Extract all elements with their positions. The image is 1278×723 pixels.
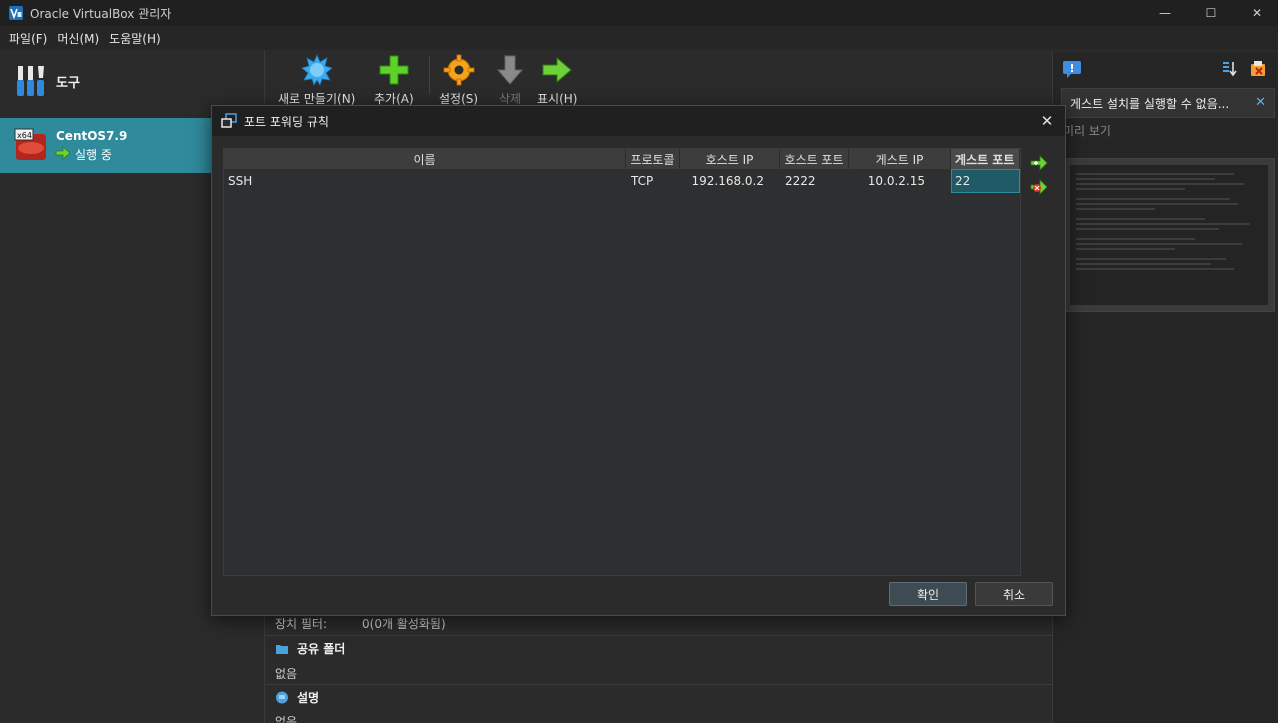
column-header-guest-port[interactable]: 게스트 포트 (951, 149, 1020, 169)
show-vm-button[interactable]: 표시(H) (537, 54, 577, 107)
running-arrow-icon (55, 146, 71, 160)
port-forwarding-dialog: 포트 포워딩 규칙 ✕ 이름 프로토콜 호스트 IP 호스트 포트 게스트 IP… (211, 105, 1066, 616)
new-vm-button[interactable]: 새로 만들기(N) (278, 54, 355, 107)
main-toolbar: 새로 만들기(N) 추가(A) 설정(S) 삭제 표시(H) (266, 50, 1052, 108)
column-header-name[interactable]: 이름 (224, 149, 626, 169)
notice-text: 게스트 설치를 실행할 수 없음... (1070, 96, 1230, 111)
dialog-title: 포트 포워딩 규칙 (244, 114, 329, 129)
os-badge-text: x64 (17, 131, 32, 140)
column-header-protocol[interactable]: 프로토콜 (626, 149, 680, 169)
column-header-host-ip[interactable]: 호스트 IP (680, 149, 780, 169)
menu-machine[interactable]: 머신(M) (52, 30, 104, 47)
speech-bubble-icon (276, 691, 288, 703)
virtualbox-logo-icon (9, 6, 23, 20)
tools-icon (17, 66, 44, 96)
menu-bar: 파일(F) 머신(M) 도움말(H) (0, 26, 1278, 50)
os-centos-64-icon: x64 (14, 128, 46, 160)
sort-icon[interactable] (1221, 60, 1239, 78)
cell-protocol[interactable]: TCP (626, 169, 680, 193)
settings-button[interactable]: 설정(S) (439, 54, 478, 107)
cell-host-ip[interactable]: 192.168.0.2 (680, 169, 780, 193)
ok-button[interactable]: 확인 (889, 582, 967, 606)
cell-host-port[interactable]: 2222 (780, 169, 849, 193)
message-icon[interactable] (1062, 60, 1082, 78)
section-divider (266, 635, 1052, 636)
menu-file[interactable]: 파일(F) (4, 30, 52, 47)
dialog-title-bar: 포트 포워딩 규칙 ✕ (212, 106, 1065, 136)
shared-folders-value: 없음 (275, 667, 298, 681)
close-window-button[interactable]: ✕ (1234, 0, 1278, 26)
window-title: Oracle VirtualBox 관리자 (30, 6, 172, 21)
title-bar: Oracle VirtualBox 관리자 — ☐ ✕ (0, 0, 1278, 26)
usb-filter-value: 0(0개 활성화됨) (362, 617, 446, 631)
port-forward-icon (221, 113, 237, 128)
vm-name: CentOS7.9 (56, 129, 128, 143)
dialog-close-button[interactable]: ✕ (1037, 111, 1057, 131)
settings-gear-icon (443, 54, 474, 86)
vm-preview (1063, 158, 1275, 312)
shared-folders-header[interactable]: 공유 폴더 (275, 640, 345, 657)
add-plus-icon (379, 55, 409, 85)
remove-rule-icon[interactable] (1030, 178, 1048, 196)
remove-vm-button[interactable]: 삭제 (494, 54, 526, 107)
minimize-button[interactable]: — (1142, 0, 1188, 26)
port-forwarding-table[interactable]: 이름 프로토콜 호스트 IP 호스트 포트 게스트 IP 게스트 포트 SSH … (223, 148, 1021, 576)
notification-pane: 게스트 설치를 실행할 수 없음... ✕ 미리 보기 (1052, 52, 1278, 723)
toolbar-separator (429, 56, 430, 94)
preview-label: 미리 보기 (1063, 124, 1111, 138)
description-value: 없음 (275, 715, 298, 723)
tools-label: 도구 (56, 75, 80, 91)
description-header[interactable]: 설명 (275, 689, 319, 706)
add-vm-button[interactable]: 추가(A) (374, 54, 414, 107)
new-star-icon (300, 54, 333, 86)
add-rule-icon[interactable] (1030, 154, 1048, 172)
vm-state: 실행 중 (75, 148, 112, 162)
guest-install-notice[interactable]: 게스트 설치를 실행할 수 없음... ✕ (1061, 88, 1275, 118)
shared-folders-title: 공유 폴더 (297, 642, 346, 656)
description-title: 설명 (297, 691, 320, 705)
remove-down-arrow-icon (496, 55, 524, 85)
vm-preview-screen (1070, 165, 1268, 305)
folder-icon (276, 644, 288, 654)
usb-filter-label: 장치 필터: (275, 617, 328, 631)
maximize-button[interactable]: ☐ (1188, 0, 1234, 26)
section-divider (266, 684, 1052, 685)
column-header-guest-ip[interactable]: 게스트 IP (849, 149, 951, 169)
notice-close-button[interactable]: ✕ (1255, 95, 1266, 110)
column-header-host-port[interactable]: 호스트 포트 (780, 149, 849, 169)
tools-item[interactable]: 도구 (0, 56, 265, 106)
close-all-notifications-icon[interactable] (1249, 60, 1267, 78)
cell-guest-port[interactable]: 22 (951, 169, 1020, 193)
cancel-button[interactable]: 취소 (975, 582, 1053, 606)
menu-help[interactable]: 도움말(H) (104, 30, 166, 47)
table-header: 이름 프로토콜 호스트 IP 호스트 포트 게스트 IP 게스트 포트 (224, 149, 1020, 169)
cell-guest-ip[interactable]: 10.0.2.15 (849, 169, 951, 193)
table-row[interactable]: SSH TCP 192.168.0.2 2222 10.0.2.15 22 (224, 169, 1020, 193)
cell-name[interactable]: SSH (224, 169, 626, 193)
show-right-arrow-icon (542, 56, 573, 84)
